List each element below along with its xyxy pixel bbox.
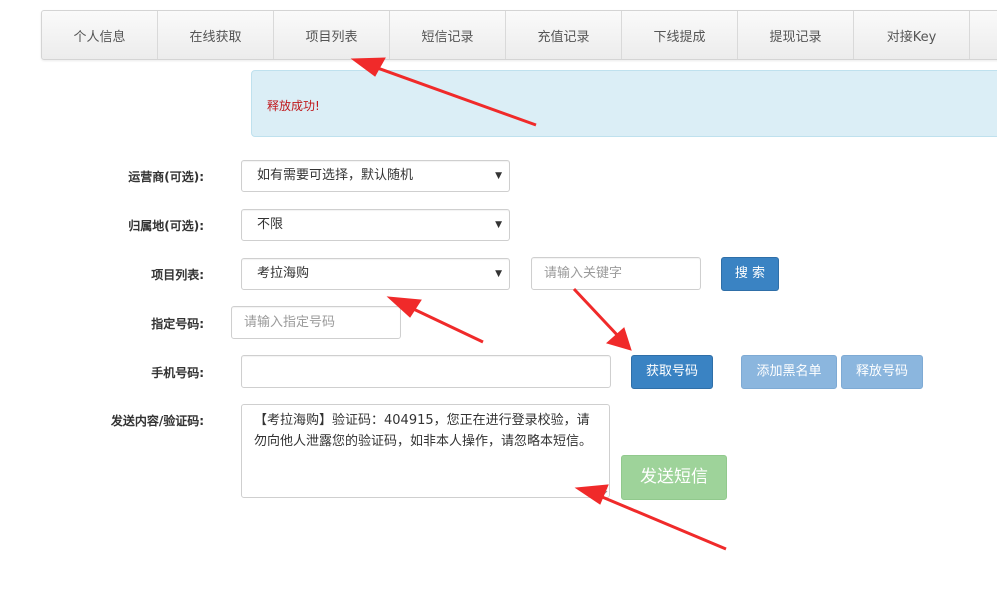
region-label: 归属地(可选): — [128, 219, 204, 233]
sms-content-text: 【考拉海购】验证码：404915，您正在进行登录校验，请勿向他人泄露您的验证码，… — [254, 413, 593, 449]
send-sms-button[interactable]: 发送短信 — [621, 455, 727, 500]
tab-api-key[interactable]: 对接Key — [854, 11, 970, 59]
tab-online-get[interactable]: 在线获取 — [158, 11, 274, 59]
chevron-down-icon: ▼ — [495, 171, 502, 181]
project-label: 项目列表: — [151, 268, 204, 282]
release-number-button[interactable]: 释放号码 — [841, 355, 923, 389]
keyword-input[interactable]: 请输入关键字 — [531, 257, 701, 290]
tab-sms-records[interactable]: 短信记录 — [390, 11, 506, 59]
success-alert: 释放成功! — [251, 70, 997, 137]
tab-recharge-records[interactable]: 充值记录 — [506, 11, 622, 59]
region-select[interactable]: 不限 ▼ — [241, 209, 510, 241]
get-number-button[interactable]: 获取号码 — [631, 355, 713, 389]
tab-project-list[interactable]: 项目列表 — [274, 11, 390, 59]
operator-label: 运营商(可选): — [128, 170, 204, 184]
search-button[interactable]: 搜 索 — [721, 257, 779, 291]
specified-number-input[interactable]: 请输入指定号码 — [231, 306, 401, 339]
chevron-down-icon: ▼ — [495, 269, 502, 279]
phone-number-input[interactable] — [241, 355, 611, 388]
tab-withdraw-records[interactable]: 提现记录 — [738, 11, 854, 59]
tab-more[interactable] — [970, 11, 997, 59]
resize-handle-icon[interactable] — [599, 487, 608, 496]
project-selected-value: 考拉海购 — [257, 266, 310, 281]
tab-referral-commission[interactable]: 下线提成 — [622, 11, 738, 59]
sms-content-textarea[interactable]: 【考拉海购】验证码：404915，您正在进行登录校验，请勿向他人泄露您的验证码，… — [241, 404, 610, 498]
specified-number-label: 指定号码: — [151, 317, 204, 331]
project-select[interactable]: 考拉海购 ▼ — [241, 258, 510, 290]
arrow-to-project-select-icon — [386, 296, 484, 344]
operator-select[interactable]: 如有需要可选择，默认随机 ▼ — [241, 160, 510, 192]
content-label: 发送内容/验证码: — [110, 414, 204, 428]
region-selected-value: 不限 — [257, 217, 284, 232]
chevron-down-icon: ▼ — [495, 220, 502, 230]
alert-message: 释放成功! — [267, 99, 320, 113]
arrow-to-get-number-button-icon — [572, 287, 632, 351]
phone-number-label: 手机号码: — [151, 366, 204, 380]
add-blacklist-button[interactable]: 添加黑名单 — [741, 355, 837, 389]
operator-selected-value: 如有需要可选择，默认随机 — [257, 168, 414, 183]
top-nav: 个人信息 在线获取 项目列表 短信记录 充值记录 下线提成 提现记录 对接Key — [41, 10, 997, 60]
tab-personal-info[interactable]: 个人信息 — [42, 11, 158, 59]
